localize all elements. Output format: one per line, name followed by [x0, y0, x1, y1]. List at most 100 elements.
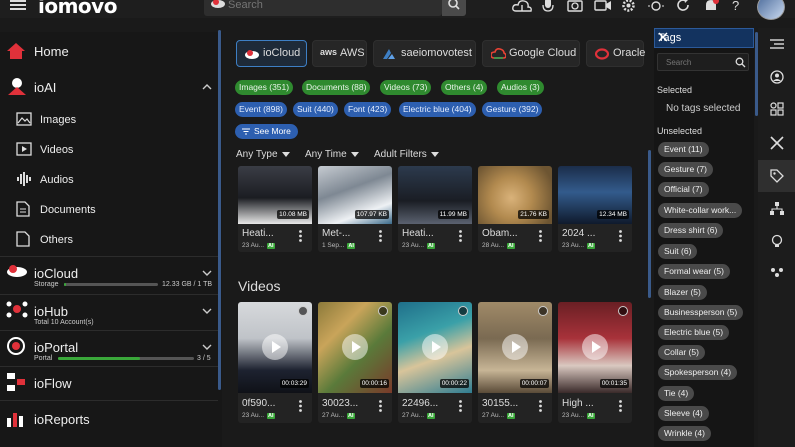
sidebar-item-ioportal[interactable]: ioPortal Portal 3 / 5: [0, 336, 218, 364]
select-checkbox[interactable]: [378, 306, 388, 316]
sidebar-scrollbar[interactable]: [218, 30, 221, 390]
image-card[interactable]: 12.34 MB 2024 ... 23 Au... AI: [558, 166, 632, 252]
see-more-button[interactable]: See More: [235, 124, 298, 139]
search-button[interactable]: [442, 0, 466, 16]
more-options-icon[interactable]: [539, 400, 542, 412]
image-card[interactable]: 10.08 MB Heati... 23 Au... AI: [238, 166, 312, 252]
any-time-filter[interactable]: Any Time: [305, 149, 359, 160]
tag-chip[interactable]: Gesture (7): [658, 162, 713, 177]
filter-chip-images[interactable]: Images (351): [235, 80, 294, 95]
sidebar-item-home[interactable]: Home: [0, 40, 218, 64]
tag-chip-font[interactable]: Font (423): [344, 102, 392, 117]
people-group-icon[interactable]: [770, 266, 784, 280]
tag-chip[interactable]: Collar (5): [658, 345, 705, 360]
tag-chip[interactable]: Suit (6): [658, 244, 698, 259]
select-checkbox[interactable]: [618, 306, 628, 316]
search-icon[interactable]: [735, 57, 746, 68]
tag-chip[interactable]: Official (7): [658, 182, 709, 197]
sidebar-item-iohub[interactable]: ioHub Total 10 Account(s): [0, 300, 218, 328]
image-card[interactable]: 107.97 KB Met-... 1 Sep... AI: [318, 166, 392, 252]
select-checkbox[interactable]: [538, 306, 548, 316]
sidebar-item-documents[interactable]: Documents: [0, 200, 218, 220]
tag-chip[interactable]: Wrinkle (4): [658, 426, 711, 441]
video-card[interactable]: 00:00:07 30155... 27 Au... AI: [478, 302, 552, 423]
tab-saeiomovotest[interactable]: saeiomovotest: [373, 40, 476, 67]
sidebar-item-videos[interactable]: Videos: [0, 140, 218, 160]
chevron-up-icon[interactable]: [202, 84, 212, 90]
chevron-down-icon[interactable]: [202, 308, 212, 314]
video-card[interactable]: 00:00:22 22496... 27 Au... AI: [398, 302, 472, 423]
more-options-icon[interactable]: [299, 230, 302, 242]
sidebar-item-ioflow[interactable]: ioFlow: [0, 372, 218, 396]
video-camera-icon[interactable]: [594, 0, 612, 12]
play-button-icon[interactable]: [582, 334, 608, 360]
notification-bell-icon[interactable]: [703, 0, 719, 14]
tag-chip[interactable]: Sleeve (4): [658, 406, 709, 421]
video-card[interactable]: 00:00:16 30023... 27 Au... AI: [318, 302, 392, 423]
image-card[interactable]: 11.99 MB Heati... 23 Au... AI: [398, 166, 472, 252]
global-search-input[interactable]: [228, 0, 428, 14]
play-button-icon[interactable]: [422, 334, 448, 360]
more-options-icon[interactable]: [619, 230, 622, 242]
microphone-icon[interactable]: [542, 0, 554, 14]
tag-chip[interactable]: Businessperson (5): [658, 305, 744, 320]
sidebar-item-iocloud[interactable]: ioCloud Storage 12.33 GB / 1 TB: [0, 262, 218, 292]
lightbulb-icon[interactable]: [770, 234, 784, 248]
any-type-filter[interactable]: Any Type: [236, 149, 290, 160]
tag-chip-event[interactable]: Event (898): [235, 102, 287, 117]
more-options-icon[interactable]: [299, 400, 302, 412]
tag-chip[interactable]: Event (11): [658, 142, 709, 157]
chevron-down-icon[interactable]: [202, 344, 212, 350]
refresh-icon[interactable]: [676, 0, 691, 13]
tab-iocloud[interactable]: ioCloud: [236, 40, 307, 67]
filter-chip-others[interactable]: Others (4): [441, 80, 488, 95]
tag-chip[interactable]: Formal wear (5): [658, 264, 730, 279]
tab-aws[interactable]: aws AWS: [312, 40, 367, 67]
tools-cross-icon[interactable]: [770, 136, 784, 150]
tag-chip[interactable]: Dress shirt (6): [658, 223, 724, 238]
upload-cloud-icon[interactable]: [512, 0, 532, 14]
tag-chip-suit[interactable]: Suit (440): [293, 102, 338, 117]
collapse-panel-icon[interactable]: [770, 38, 784, 50]
more-options-icon[interactable]: [379, 400, 382, 412]
theme-sun-icon[interactable]: [647, 0, 665, 14]
hierarchy-icon[interactable]: [770, 202, 784, 216]
tag-chip[interactable]: Blazer (5): [658, 285, 707, 300]
filter-chip-videos[interactable]: Videos (73): [380, 80, 432, 95]
tag-chip[interactable]: Spokesperson (4): [658, 365, 738, 380]
more-options-icon[interactable]: [539, 230, 542, 242]
sidebar-item-images[interactable]: Images: [0, 110, 218, 130]
tag-chip[interactable]: Electric blue (5): [658, 325, 730, 340]
sidebar-item-ioreports[interactable]: ioReports: [0, 408, 218, 432]
play-button-icon[interactable]: [262, 334, 288, 360]
more-options-icon[interactable]: [379, 230, 382, 242]
image-card[interactable]: 21.76 KB Obam... 28 Au... AI: [478, 166, 552, 252]
play-button-icon[interactable]: [342, 334, 368, 360]
chevron-down-icon[interactable]: [202, 270, 212, 276]
select-checkbox[interactable]: [298, 306, 308, 316]
video-card[interactable]: 00:03:29 0f590... 23 Au... AI: [238, 302, 312, 423]
more-options-icon[interactable]: [459, 230, 462, 242]
video-card[interactable]: 00:01:35 High ... 23 Au... AI: [558, 302, 632, 423]
person-icon[interactable]: [770, 70, 784, 84]
tag-chip[interactable]: Tie (4): [658, 386, 695, 401]
sidebar-item-audios[interactable]: Audios: [0, 170, 218, 190]
filter-chip-audios[interactable]: Audios (3): [497, 80, 544, 95]
tab-google-cloud[interactable]: Google Cloud: [482, 40, 580, 67]
tag-icon[interactable]: [770, 169, 784, 183]
tag-chip[interactable]: White-collar work...: [658, 203, 743, 218]
hamburger-menu-icon[interactable]: [10, 0, 26, 10]
more-options-icon[interactable]: [459, 400, 462, 412]
tag-chip-electric-blue[interactable]: Electric blue (404): [399, 102, 476, 117]
settings-gear-icon[interactable]: [621, 0, 636, 13]
iomovo-logo[interactable]: iomovo: [38, 0, 117, 18]
apps-grid-icon[interactable]: [770, 102, 784, 116]
user-avatar[interactable]: [757, 0, 785, 20]
main-scrollbar[interactable]: [648, 150, 651, 298]
select-checkbox[interactable]: [458, 306, 468, 316]
tag-chip-gesture[interactable]: Gesture (392): [482, 102, 543, 117]
filter-chip-documents[interactable]: Documents (88): [302, 80, 371, 95]
sidebar-item-ioai[interactable]: ioAI: [0, 76, 218, 100]
cloud-source-icon[interactable]: [210, 0, 226, 10]
adult-filters-dropdown[interactable]: Adult Filters: [374, 149, 439, 160]
